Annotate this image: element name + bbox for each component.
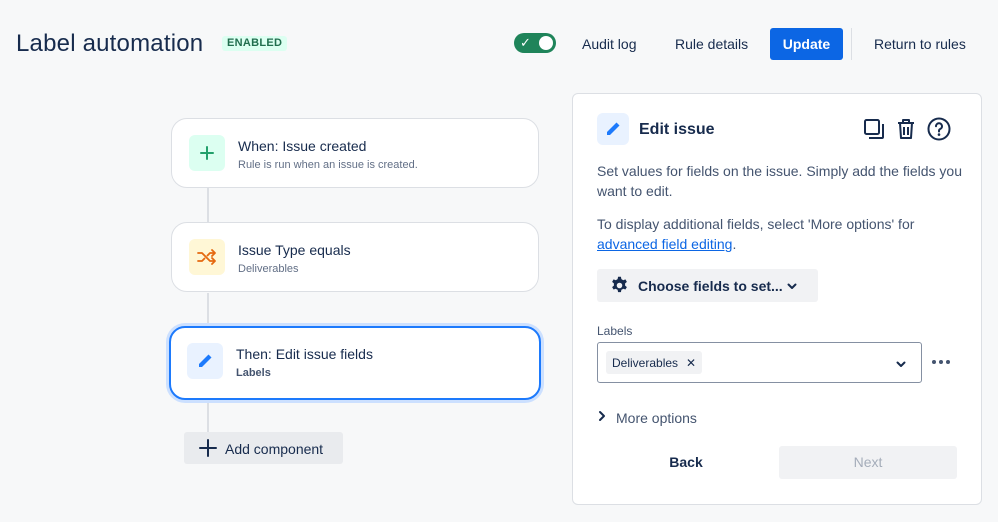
remove-tag-icon[interactable]: ✕ bbox=[686, 356, 696, 370]
choose-fields-button[interactable]: Choose fields to set... bbox=[597, 269, 818, 302]
more-options-toggle[interactable]: More options bbox=[597, 409, 697, 427]
rule-enabled-toggle[interactable]: ✓ bbox=[514, 33, 556, 53]
condition-subtitle: Deliverables bbox=[238, 263, 299, 275]
toggle-knob bbox=[539, 36, 553, 50]
rule-details-link[interactable]: Rule details bbox=[675, 36, 748, 52]
more-info-text: To display additional fields, select 'Mo… bbox=[597, 216, 915, 232]
chevron-right-icon bbox=[597, 409, 607, 427]
header-divider bbox=[851, 28, 852, 60]
flow-connector bbox=[207, 188, 209, 222]
add-component-button[interactable]: Add component bbox=[184, 432, 343, 464]
advanced-field-editing-link[interactable]: advanced field editing bbox=[597, 236, 732, 252]
pencil-icon bbox=[187, 343, 223, 379]
trash-icon[interactable] bbox=[893, 116, 919, 142]
condition-title: Issue Type equals bbox=[238, 242, 351, 258]
action-card[interactable]: Then: Edit issue fields Labels bbox=[169, 326, 541, 400]
chevron-down-icon[interactable] bbox=[895, 357, 907, 375]
more-info-suffix: . bbox=[732, 236, 737, 252]
panel-more-info: To display additional fields, select 'Mo… bbox=[597, 214, 967, 254]
flow-connector bbox=[207, 293, 209, 326]
gear-icon bbox=[610, 276, 629, 300]
action-title: Then: Edit issue fields bbox=[236, 346, 373, 362]
panel-title: Edit issue bbox=[639, 121, 715, 138]
more-actions-icon[interactable] bbox=[929, 350, 953, 374]
choose-fields-label: Choose fields to set... bbox=[638, 278, 783, 294]
labels-field-label: Labels bbox=[597, 324, 633, 338]
next-button[interactable]: Next bbox=[779, 446, 957, 479]
plus-icon bbox=[189, 135, 225, 171]
return-to-rules-link[interactable]: Return to rules bbox=[874, 36, 966, 52]
panel-description: Set values for fields on the issue. Simp… bbox=[597, 163, 962, 199]
condition-card[interactable]: Issue Type equals Deliverables bbox=[171, 222, 539, 292]
back-button[interactable]: Back bbox=[597, 446, 775, 479]
plus-icon bbox=[198, 438, 218, 463]
flow-connector bbox=[207, 400, 209, 432]
audit-log-link[interactable]: Audit log bbox=[582, 36, 636, 52]
shuffle-icon bbox=[189, 239, 225, 275]
edit-issue-panel: Edit issue Set values for fields on the … bbox=[572, 93, 982, 505]
trigger-subtitle: Rule is run when an issue is created. bbox=[238, 159, 418, 171]
labels-select[interactable]: Deliverables ✕ bbox=[597, 342, 922, 383]
trigger-title: When: Issue created bbox=[238, 138, 367, 154]
label-tag-text: Deliverables bbox=[612, 355, 679, 370]
help-icon[interactable] bbox=[926, 116, 952, 142]
update-button[interactable]: Update bbox=[770, 28, 843, 60]
check-icon: ✓ bbox=[520, 35, 531, 50]
action-subtitle: Labels bbox=[236, 367, 271, 379]
add-component-label: Add component bbox=[225, 441, 324, 457]
label-tag: Deliverables ✕ bbox=[606, 351, 703, 374]
page-title: Label automation bbox=[16, 30, 204, 57]
more-options-label: More options bbox=[616, 410, 697, 426]
chevron-down-icon bbox=[786, 279, 798, 297]
pencil-icon bbox=[597, 113, 629, 145]
trigger-card[interactable]: When: Issue created Rule is run when an … bbox=[171, 118, 539, 188]
status-badge: ENABLED bbox=[222, 36, 288, 51]
duplicate-icon[interactable] bbox=[861, 116, 887, 142]
